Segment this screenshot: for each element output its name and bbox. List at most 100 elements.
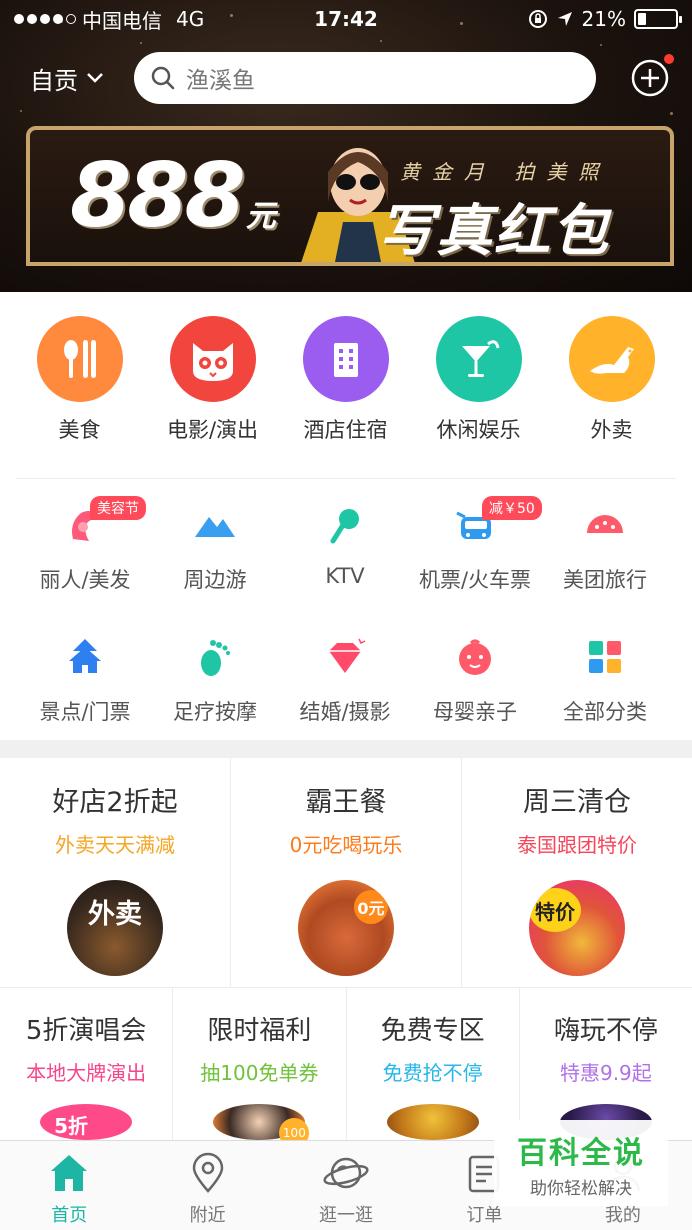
- cocktail-icon: [435, 316, 522, 402]
- category-nearby-travel[interactable]: 周边游: [150, 500, 280, 600]
- category-label: 足疗按摩: [173, 700, 257, 724]
- watermark-overlay: 百科全说 助你轻松解决: [494, 1120, 668, 1206]
- banner-title: 写真红包: [378, 199, 610, 264]
- promo-badge: 5折: [54, 1114, 89, 1138]
- network-label: 4G: [176, 7, 205, 31]
- promo-badge: 100: [279, 1118, 310, 1140]
- city-label: 自贡: [30, 66, 78, 95]
- location-icon: [192, 1152, 223, 1193]
- watermark-subtitle: 助你轻松解决: [530, 1178, 632, 1199]
- banner-amount: 888 元: [70, 144, 276, 247]
- city-selector[interactable]: 自贡: [30, 61, 134, 96]
- temple-image: 特价: [529, 880, 625, 976]
- promo-title: 免费专区: [380, 1016, 485, 1046]
- promo-banner[interactable]: 888 元 黄金月 拍美照 写真红包: [26, 126, 674, 266]
- divider: [16, 478, 676, 479]
- baby-icon: [450, 632, 500, 682]
- category-hotel[interactable]: 酒店住宿: [279, 316, 412, 466]
- battery-percent: 21%: [581, 7, 626, 31]
- tab-home[interactable]: 首页: [0, 1141, 138, 1230]
- status-bar: 中国电信 4G 17:42 21%: [0, 0, 692, 38]
- location-arrow-icon: [557, 12, 572, 26]
- promo-card-wednesday-sale[interactable]: 周三清仓 泰国跟团特价 特价: [462, 758, 692, 987]
- category-attractions[interactable]: 景点/门票: [20, 632, 150, 732]
- search-input[interactable]: 渔溪鱼: [134, 52, 596, 104]
- category-label: 美食: [58, 418, 101, 442]
- battery-icon: [634, 9, 682, 29]
- category-label: 外卖: [590, 418, 633, 442]
- category-beauty[interactable]: 美容节 丽人/美发: [20, 496, 150, 600]
- category-label: 机票/火车票: [418, 568, 532, 592]
- promo-subtitle: 抽100免单券: [200, 1061, 319, 1085]
- promo-title: 限时福利: [207, 1016, 312, 1046]
- takeout-food-image: 外卖: [67, 880, 163, 976]
- category-label: 电影/演出: [166, 418, 259, 442]
- category-label: 全部分类: [563, 700, 647, 724]
- home-icon: [51, 1155, 88, 1191]
- carrier-label: 中国电信: [82, 8, 162, 33]
- microphone-icon: [320, 500, 370, 550]
- banner-subtitle: 黄金月 拍美照: [400, 160, 611, 184]
- promo-tag: 美容节: [90, 496, 146, 520]
- promo-subtitle: 0元吃喝玩乐: [289, 833, 403, 857]
- category-label: 母婴亲子: [433, 700, 517, 724]
- promo-badge: 0元: [354, 890, 388, 924]
- signal-strength-icon: [14, 14, 76, 24]
- foot-icon: [190, 632, 240, 682]
- promo-badge: 外卖: [88, 899, 142, 930]
- plus-circle-icon: [631, 59, 669, 97]
- diamond-icon: [320, 632, 370, 682]
- category-label: 酒店住宿: [303, 418, 388, 442]
- category-foot-massage[interactable]: 足疗按摩: [150, 632, 280, 732]
- promo-title: 好店2折起: [52, 787, 178, 818]
- promo-card-free-meal[interactable]: 霸王餐 0元吃喝玩乐 0元: [231, 758, 462, 987]
- treasure-pot-image: [386, 1104, 479, 1140]
- kangaroo-icon: [568, 316, 655, 402]
- category-tickets[interactable]: 减￥50 机票/火车票: [410, 496, 542, 600]
- promo-card-fun-nonstop[interactable]: 嗨玩不停 特惠9.9起: [520, 988, 692, 1140]
- category-ktv[interactable]: KTV: [280, 500, 410, 600]
- search-icon: [151, 66, 175, 90]
- person-image: 100: [213, 1104, 310, 1140]
- grid-icon: [580, 632, 630, 682]
- promo-title: 霸王餐: [305, 787, 387, 818]
- category-label: 休闲娱乐: [436, 418, 521, 442]
- header: 中国电信 4G 17:42 21% 自贡 渔溪鱼 888 元 黄金月 拍美照 写…: [0, 0, 692, 292]
- main-categories: 美食 电影/演出 酒店住宿 休闲娱乐 外卖: [0, 316, 692, 466]
- pagoda-icon: [60, 632, 110, 682]
- mountain-icon: [190, 500, 240, 550]
- watermark-title: 百科全说: [517, 1135, 645, 1171]
- promo-card-free-zone[interactable]: 免费专区 免费抢不停: [347, 988, 520, 1140]
- rotation-lock-icon: [528, 10, 547, 28]
- category-all[interactable]: 全部分类: [540, 632, 670, 732]
- promo-title: 5折演唱会: [25, 1016, 147, 1046]
- category-meituan-travel[interactable]: 美团旅行: [540, 500, 670, 600]
- promo-subtitle: 外卖天天满减: [55, 833, 175, 857]
- promo-subtitle: 本地大牌演出: [26, 1061, 147, 1085]
- search-placeholder: 渔溪鱼: [186, 68, 255, 94]
- banner-unit: 元: [245, 199, 276, 234]
- add-button[interactable]: [630, 54, 674, 98]
- category-leisure[interactable]: 休闲娱乐: [412, 316, 545, 466]
- promo-tag: 减￥50: [482, 496, 542, 520]
- tab-nearby[interactable]: 附近: [138, 1141, 276, 1230]
- tab-explore[interactable]: 逛一逛: [277, 1141, 415, 1230]
- category-movie[interactable]: 电影/演出: [146, 316, 279, 466]
- chevron-down-icon: [87, 73, 103, 83]
- promo-title: 嗨玩不停: [553, 1016, 658, 1046]
- promo-row-2: 5折演唱会 本地大牌演出 5折 限时福利 抽100免单券 100 免费专区 免费…: [0, 988, 692, 1140]
- promo-card-concert[interactable]: 5折演唱会 本地大牌演出 5折: [0, 988, 174, 1140]
- sub-categories-row1: 美容节 丽人/美发 周边游 KTV 减￥50 机票/火车票 美团旅行: [0, 496, 692, 600]
- promo-badge: 特价: [529, 888, 581, 932]
- category-takeout[interactable]: 外卖: [545, 316, 678, 466]
- category-food[interactable]: 美食: [13, 316, 146, 466]
- promo-card-takeout-discount[interactable]: 好店2折起 外卖天天满减 外卖: [0, 758, 231, 987]
- category-mother-baby[interactable]: 母婴亲子: [410, 632, 540, 732]
- promo-card-limited-welfare[interactable]: 限时福利 抽100免单券 100: [173, 988, 347, 1140]
- hotel-icon: [302, 316, 389, 402]
- promo-subtitle: 免费抢不停: [382, 1061, 483, 1085]
- sub-categories-row2: 景点/门票 足疗按摩 结婚/摄影 母婴亲子 全部分类: [0, 632, 692, 732]
- travel-icon: [580, 500, 630, 550]
- category-wedding[interactable]: 结婚/摄影: [280, 632, 410, 732]
- tab-label: 附近: [189, 1205, 226, 1226]
